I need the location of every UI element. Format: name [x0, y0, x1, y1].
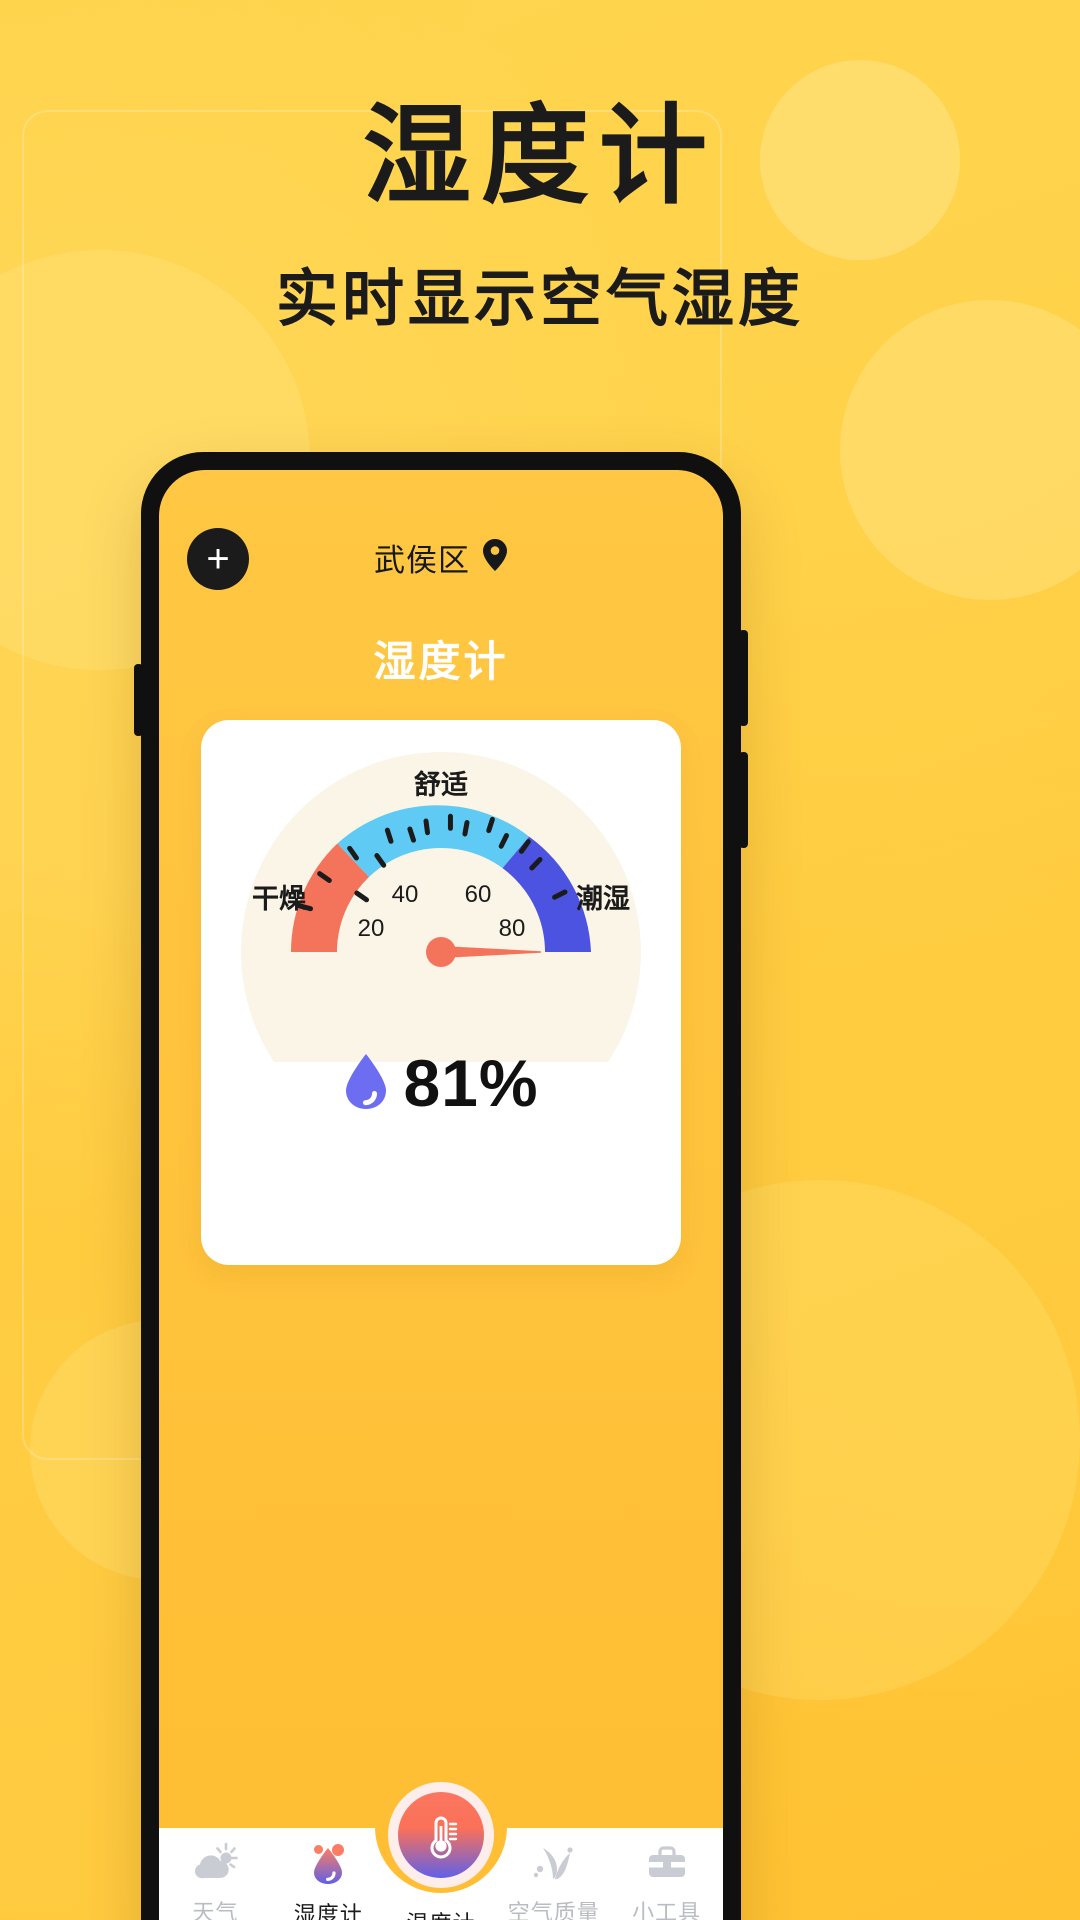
nav-label: 空气质量	[507, 1900, 600, 1920]
nav-label: 天气	[192, 1900, 239, 1920]
nav-label: 湿度计	[293, 1902, 363, 1920]
promo-screenshot: 湿度计 实时显示空气湿度 武侯区 + 湿度计 20 40 60 80 干燥 舒适…	[0, 0, 1080, 1920]
water-drop-icon	[343, 1052, 389, 1115]
promo-title: 湿度计	[362, 95, 717, 216]
gauge-zone-label-comfort: 舒适	[414, 769, 468, 800]
phone-side-button	[134, 664, 143, 736]
leaf-icon	[531, 1842, 577, 1887]
humidity-value: 81%	[403, 1046, 539, 1120]
humidity-reading: 81%	[201, 1045, 681, 1121]
nav-label: 温度计	[406, 1906, 475, 1920]
nav-item-weather[interactable]: 天气	[159, 1842, 272, 1920]
phone-mockup: 武侯区 + 湿度计 20 40 60 80 干燥 舒适 潮湿 81% 天气 湿度…	[134, 452, 748, 1920]
phone-volume-up-button	[739, 630, 748, 726]
gauge-tick-label: 80	[499, 915, 526, 942]
gauge-zone-label-dry: 干燥	[252, 884, 307, 914]
thermometer-fab[interactable]	[387, 1782, 494, 1888]
app-bar: 武侯区 +	[159, 526, 723, 598]
promo-subtitle: 实时显示空气湿度	[275, 265, 804, 334]
map-pin-icon	[482, 538, 508, 576]
add-city-button[interactable]: +	[187, 528, 249, 590]
gauge-tick-label: 40	[392, 881, 419, 908]
bottom-navigation: 天气 湿度计 空气质量 小工具	[159, 1782, 723, 1920]
cloud-sun-icon	[192, 1842, 239, 1887]
location-label: 武侯区	[374, 542, 470, 578]
app-screen: 武侯区 + 湿度计 20 40 60 80 干燥 舒适 潮湿 81% 天气 湿度…	[159, 470, 723, 1920]
humidity-gauge: 20 40 60 80 干燥 舒适 潮湿	[231, 742, 651, 1152]
nav-item-thermometer[interactable]: 温度计	[385, 1782, 498, 1920]
phone-volume-down-button	[739, 752, 748, 848]
nav-item-air-quality[interactable]: 空气质量	[497, 1842, 610, 1920]
page-title: 湿度计	[373, 638, 509, 685]
nav-item-tools[interactable]: 小工具	[610, 1842, 723, 1920]
humidity-icon	[305, 1842, 351, 1889]
plus-icon: +	[206, 537, 230, 581]
nav-item-hygrometer[interactable]: 湿度计	[272, 1842, 385, 1920]
gauge-tick-label: 20	[358, 915, 385, 942]
gauge-tick-label: 60	[465, 881, 492, 908]
humidity-card: 20 40 60 80 干燥 舒适 潮湿 81%	[201, 720, 681, 1265]
thermometer-icon	[397, 1792, 484, 1878]
gauge-zone-label-humid: 潮湿	[576, 884, 630, 914]
toolbox-icon	[644, 1842, 690, 1887]
background-blob	[840, 300, 1080, 600]
nav-label: 小工具	[632, 1900, 702, 1920]
